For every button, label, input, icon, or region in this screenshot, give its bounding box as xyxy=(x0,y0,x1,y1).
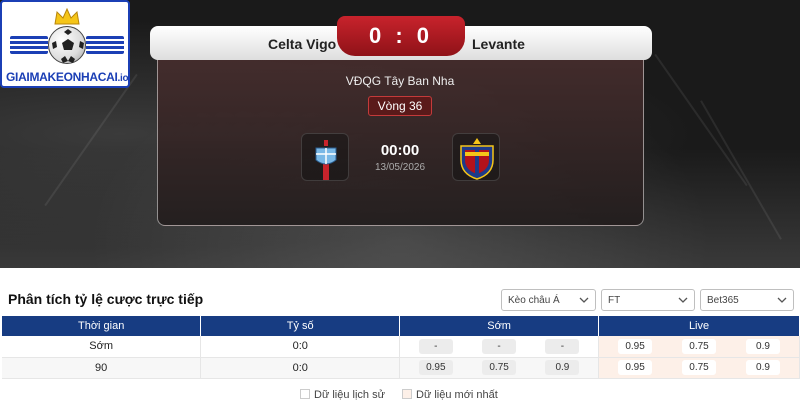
legend-swatch xyxy=(300,389,310,399)
chevron-down-icon xyxy=(777,297,787,303)
odds-value: 0.75 xyxy=(682,360,717,375)
column-header-early: Sớm xyxy=(399,316,600,336)
select-value: Bet365 xyxy=(707,295,739,306)
row-time: Sớm xyxy=(2,336,202,358)
table-row: Sớm 0:0 - - - 0.95 0.75 0.9 xyxy=(2,336,800,358)
levante-crest-icon[interactable] xyxy=(452,133,500,181)
odds-value: 0.95 xyxy=(618,338,653,354)
odds-value: 0.75 xyxy=(682,338,717,354)
background-streak xyxy=(44,73,138,207)
early-odds-cell: 0.95 0.75 0.9 xyxy=(399,357,600,379)
column-header-score: Tỷ số xyxy=(200,316,401,336)
kickoff-time: 00:00 xyxy=(380,142,420,159)
odds-value: - xyxy=(482,338,517,354)
odds-value: - xyxy=(545,338,580,354)
column-header-time: Thời gian xyxy=(2,316,202,336)
odds-value: 0.95 xyxy=(418,360,453,375)
round-badge: Vòng 36 xyxy=(368,96,432,116)
row-score: 0:0 xyxy=(200,357,401,379)
live-odds-cell: 0.95 0.75 0.9 xyxy=(598,357,800,379)
table-header-row: Thời gian Tỷ số Sớm Live xyxy=(2,316,800,336)
select-value: Kèo châu Á xyxy=(508,295,560,306)
odds-value: 0.75 xyxy=(482,360,517,375)
table-row: 90 0:0 0.95 0.75 0.9 0.95 0.75 0.9 xyxy=(2,357,800,379)
legend-label: Dữ liệu lịch sử xyxy=(314,389,385,401)
soccer-ball-icon xyxy=(48,26,86,64)
chevron-down-icon xyxy=(678,297,688,303)
row-time: 90 xyxy=(2,357,202,379)
home-team-name[interactable]: Celta Vigo xyxy=(268,36,336,52)
legend-label: Dữ liệu mới nhất xyxy=(416,389,498,401)
odds-value: 0.9 xyxy=(745,338,780,354)
legend-latest: Dữ liệu mới nhất xyxy=(402,389,498,401)
odds-section-title: Phân tích tỷ lệ cược trực tiếp xyxy=(8,291,204,307)
legend-swatch xyxy=(402,389,412,399)
odds-value: 0.95 xyxy=(618,360,653,375)
legend-historical: Dữ liệu lịch sử xyxy=(300,389,385,401)
bookmaker-select[interactable]: Bet365 xyxy=(700,289,794,311)
select-value: FT xyxy=(608,295,621,306)
row-score: 0:0 xyxy=(200,336,401,358)
away-team-name[interactable]: Levante xyxy=(472,36,525,52)
crown-icon xyxy=(54,8,80,25)
market-type-select[interactable]: Kèo châu Á xyxy=(501,289,596,311)
odds-table: Thời gian Tỷ số Sớm Live Sớm 0:0 - - - 0… xyxy=(2,316,800,379)
logo-wing-right xyxy=(86,36,124,54)
logo-wing-left xyxy=(10,36,48,54)
league-name: VĐQG Tây Ban Nha xyxy=(345,74,455,88)
odds-value: 0.9 xyxy=(545,360,580,375)
match-date: 13/05/2026 xyxy=(374,162,426,173)
column-header-live: Live xyxy=(598,316,800,336)
match-score: 0 : 0 xyxy=(337,16,465,56)
live-odds-cell: 0.95 0.75 0.9 xyxy=(598,336,800,358)
chevron-down-icon xyxy=(579,297,589,303)
period-select[interactable]: FT xyxy=(601,289,695,311)
odds-value: - xyxy=(418,338,453,354)
early-odds-cell: - - - xyxy=(399,336,600,358)
odds-value: 0.9 xyxy=(745,360,780,375)
